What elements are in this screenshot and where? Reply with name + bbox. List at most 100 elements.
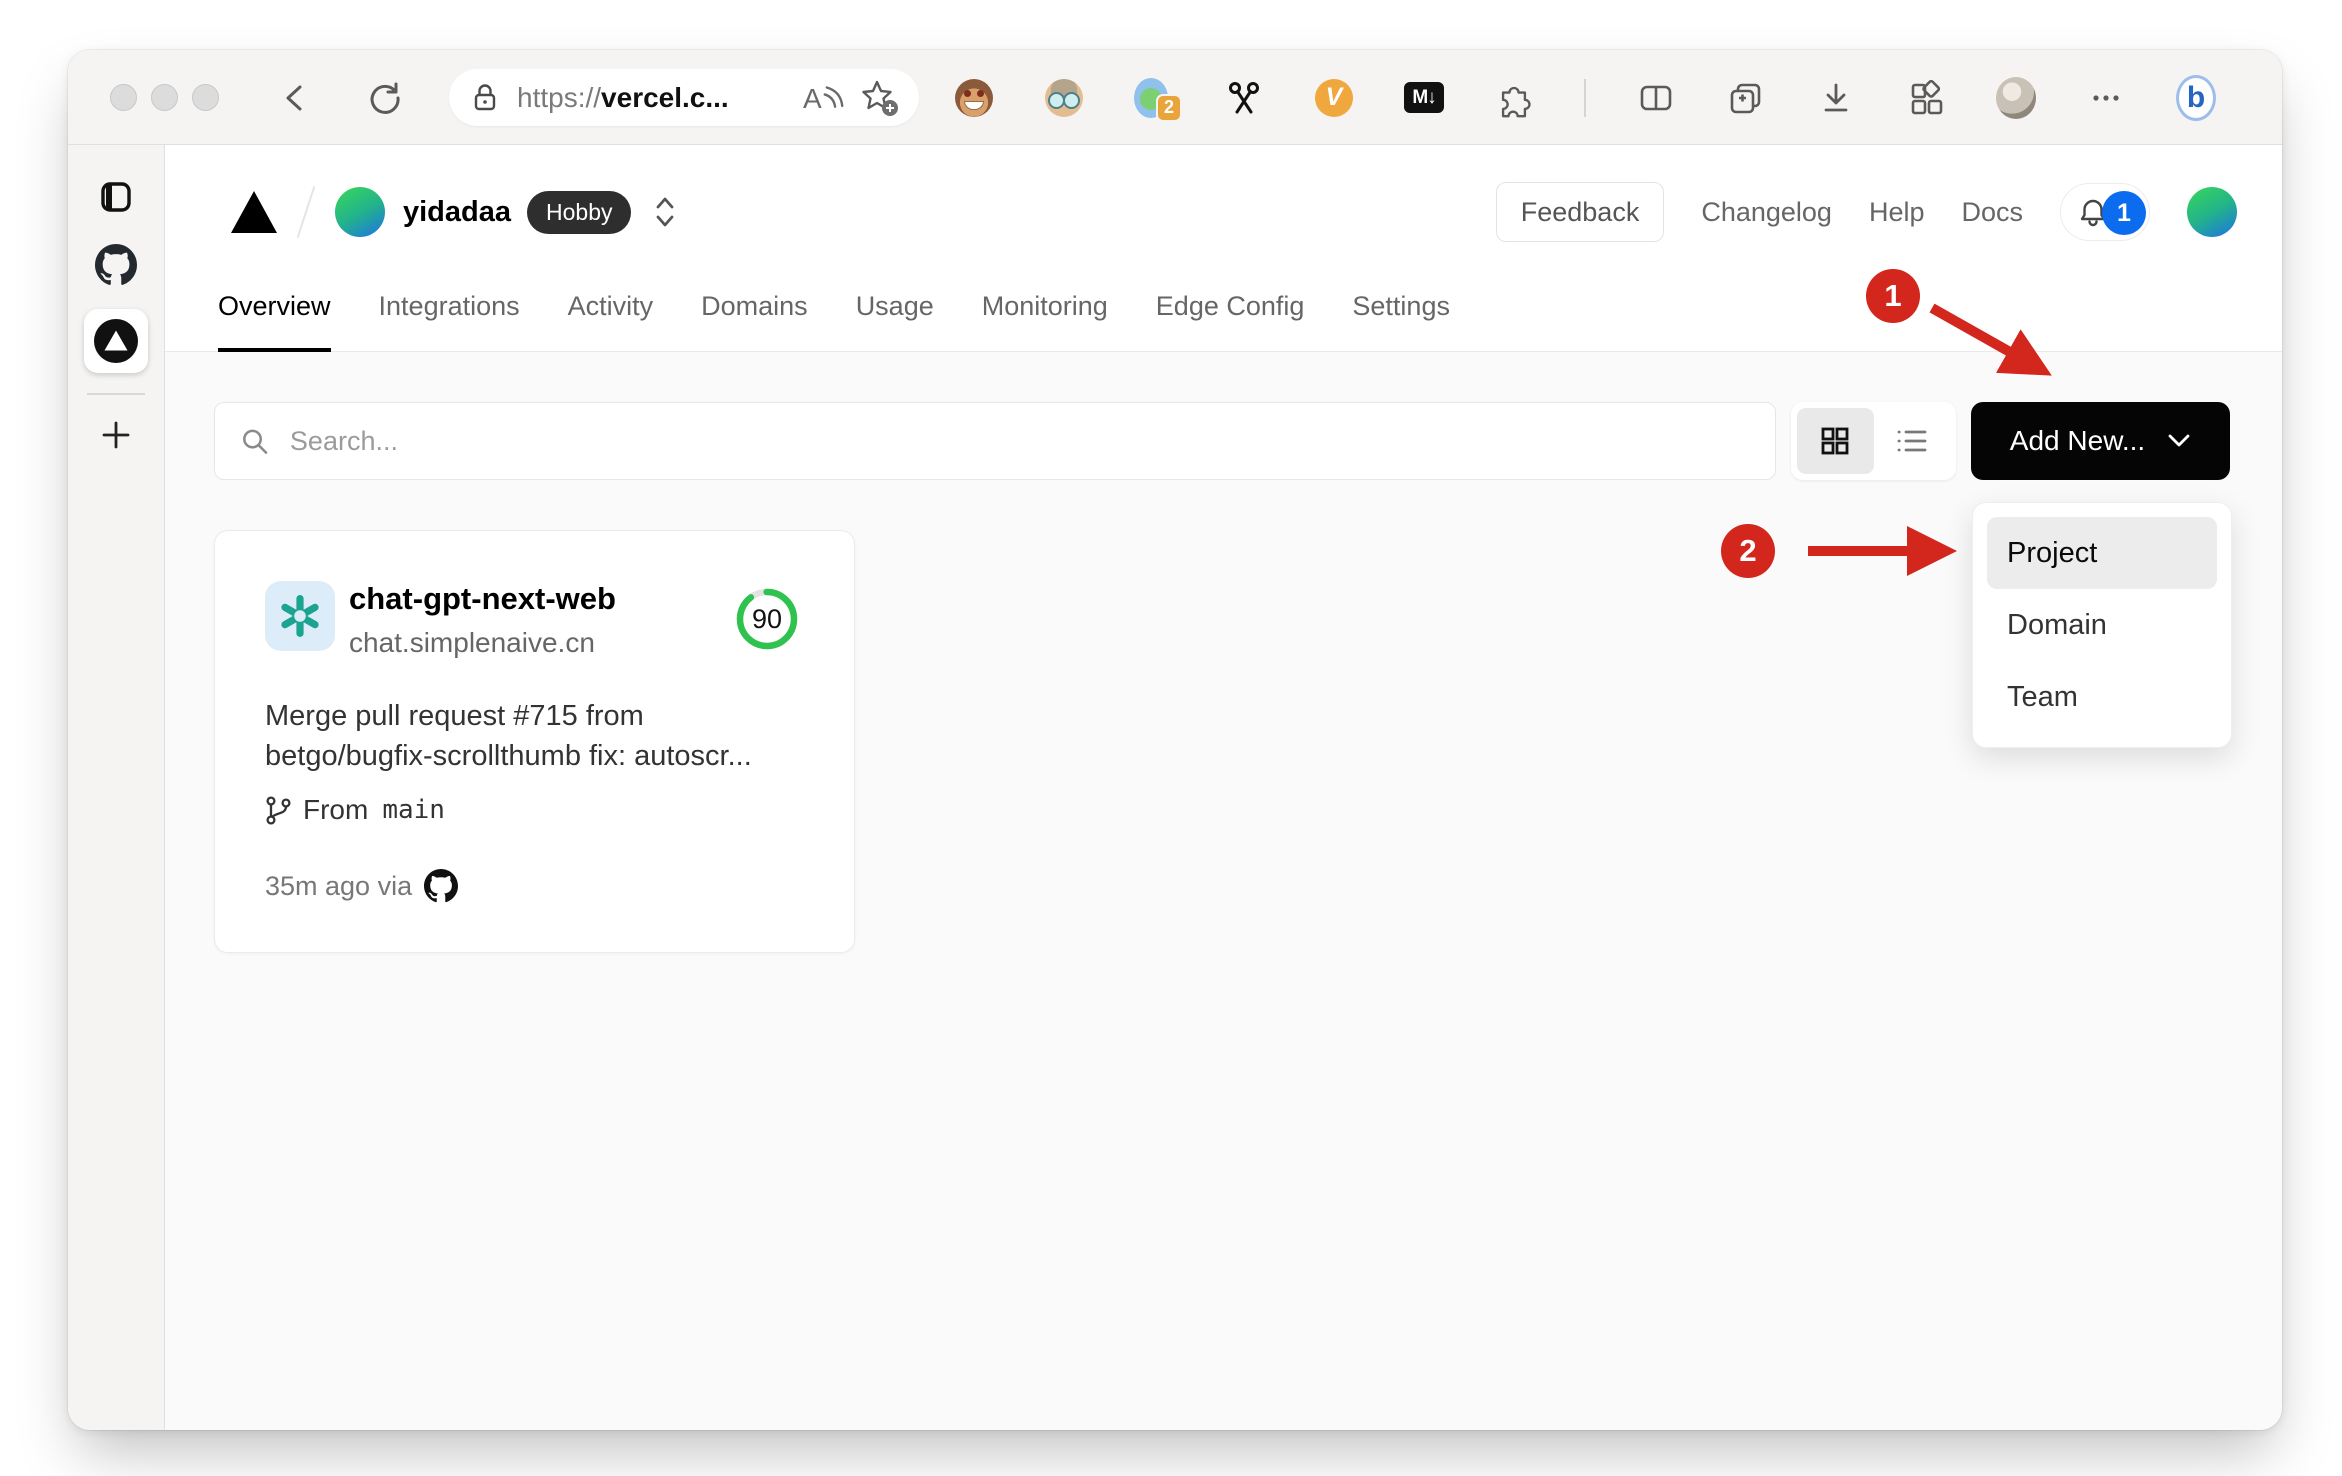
list-view-icon (1897, 430, 1927, 452)
team-name[interactable]: yidadaa (403, 196, 511, 229)
tab-usage[interactable]: Usage (856, 291, 934, 352)
minimize-window-button[interactable] (151, 84, 178, 111)
bing-chat-button[interactable]: b (2176, 74, 2216, 121)
tab-integrations[interactable]: Integrations (379, 291, 520, 352)
browser-profile-avatar[interactable] (1996, 76, 2036, 119)
window-controls (110, 84, 219, 111)
url-text: https://vercel.c... (517, 82, 801, 114)
add-new-label: Add New... (2009, 425, 2146, 456)
clipper-extension-icon[interactable] (1224, 78, 1264, 118)
tab-edge-config[interactable]: Edge Config (1156, 291, 1305, 352)
tampermonkey-extension-icon[interactable] (954, 78, 994, 118)
apps-grid-icon (1911, 79, 1943, 114)
add-new-button[interactable]: Add New... (1971, 402, 2230, 480)
vercel-dashboard: yidadaa Hobby Feedback Changelog Help Do… (165, 145, 2282, 1430)
help-link[interactable]: Help (1869, 197, 1925, 228)
annotation-step-2: 2 (1721, 524, 1775, 578)
notification-count-badge: 1 (2102, 191, 2146, 235)
tab-activity[interactable]: Activity (568, 291, 654, 352)
extensions-menu-button[interactable] (1494, 78, 1534, 118)
feedback-button[interactable]: Feedback (1495, 182, 1665, 242)
download-icon (1824, 83, 1848, 111)
score-ring: 90 (734, 586, 800, 652)
session-extension-icon[interactable]: 2 (1134, 77, 1182, 122)
extension-count-badge: 2 (1156, 93, 1182, 122)
view-toggle (1791, 402, 1956, 480)
refresh-button[interactable] (363, 76, 407, 120)
project-domain[interactable]: chat.simplenaive.cn (349, 627, 595, 659)
zoom-window-button[interactable] (192, 84, 219, 111)
close-window-button[interactable] (110, 84, 137, 111)
tab-settings[interactable]: Settings (1352, 291, 1450, 352)
user-avatar[interactable] (2187, 187, 2237, 237)
back-icon (286, 85, 302, 111)
back-button[interactable] (273, 76, 317, 120)
sidebar-pane-toggle[interactable] (90, 171, 142, 223)
page-header: yidadaa Hobby Feedback Changelog Help Do… (165, 145, 2282, 352)
tab-overview[interactable]: Overview (218, 291, 331, 352)
list-view-button[interactable] (1874, 408, 1951, 474)
commit-message: Merge pull request #715 from betgo/bugfi… (265, 700, 752, 772)
puzzle-icon (1501, 86, 1531, 117)
browser-window: https://vercel.c... A 2 V M↓ b yidadaa H… (68, 50, 2282, 1430)
deployment-meta: 35m ago via (265, 869, 458, 903)
search-icon (243, 429, 268, 454)
github-icon (424, 869, 458, 903)
split-screen-button[interactable] (1636, 78, 1676, 118)
v-extension-icon[interactable]: V (1314, 78, 1354, 118)
vercel-logo[interactable] (231, 191, 277, 233)
sidebar-divider (87, 393, 145, 395)
new-tab-button[interactable] (90, 409, 142, 461)
brand-row: yidadaa Hobby (231, 145, 685, 279)
grid-view-icon (1821, 427, 1849, 455)
team-avatar[interactable] (335, 187, 385, 237)
up-down-chevrons-icon (657, 197, 674, 227)
controls-row: Add New... (214, 402, 2230, 480)
grid-view-button[interactable] (1797, 408, 1874, 474)
collections-button[interactable] (1726, 78, 1766, 118)
vercel-favicon (94, 319, 138, 363)
project-name: chat-gpt-next-web (349, 581, 616, 616)
favorite-star-icon[interactable] (859, 78, 901, 118)
plus-icon (102, 421, 130, 449)
ellipsis-icon (2093, 94, 2119, 101)
branch-name: main (382, 795, 445, 825)
team-switcher-button[interactable] (645, 188, 685, 236)
header-actions: Feedback Changelog Help Docs 1 (1495, 145, 2237, 279)
apps-button[interactable] (1906, 78, 1946, 118)
panel-icon (101, 182, 131, 212)
avatar-extension-icon[interactable] (1044, 78, 1084, 118)
address-bar[interactable]: https://vercel.c... A (449, 69, 919, 126)
read-aloud-icon[interactable]: A (801, 80, 845, 116)
add-new-menu: Project Domain Team (1972, 502, 2232, 748)
branch-row: From main (263, 793, 445, 827)
openai-logo-icon (281, 595, 319, 637)
search-box[interactable] (214, 402, 1776, 480)
project-card[interactable]: chat-gpt-next-web chat.simplenaive.cn 90… (214, 530, 855, 953)
notifications-button[interactable]: 1 (2060, 183, 2150, 241)
tab-github[interactable] (90, 239, 142, 291)
plan-badge: Hobby (527, 190, 632, 234)
breadcrumb-slash (296, 186, 316, 238)
tab-domains[interactable]: Domains (701, 291, 808, 352)
menu-item-domain[interactable]: Domain (1987, 589, 2217, 661)
github-icon (95, 244, 137, 286)
docs-link[interactable]: Docs (1961, 197, 2023, 228)
markdown-extension-icon[interactable]: M↓ (1404, 78, 1444, 118)
project-favicon (265, 581, 335, 651)
menu-item-team[interactable]: Team (1987, 661, 2217, 733)
scissors-icon (1229, 81, 1259, 113)
tab-vercel-active[interactable] (84, 309, 148, 373)
deployment-time: 35m ago via (265, 870, 413, 901)
url-host: vercel.c... (601, 81, 729, 113)
menu-item-project[interactable]: Project (1987, 517, 2217, 589)
git-branch-icon (266, 796, 291, 825)
collections-icon (1730, 83, 1761, 113)
more-menu-button[interactable] (2086, 78, 2126, 118)
changelog-link[interactable]: Changelog (1701, 197, 1832, 228)
downloads-button[interactable] (1816, 78, 1856, 118)
search-input[interactable] (289, 425, 1751, 457)
tab-monitoring[interactable]: Monitoring (982, 291, 1108, 352)
url-scheme: https:// (517, 81, 602, 113)
toolbar-divider (1584, 78, 1586, 117)
